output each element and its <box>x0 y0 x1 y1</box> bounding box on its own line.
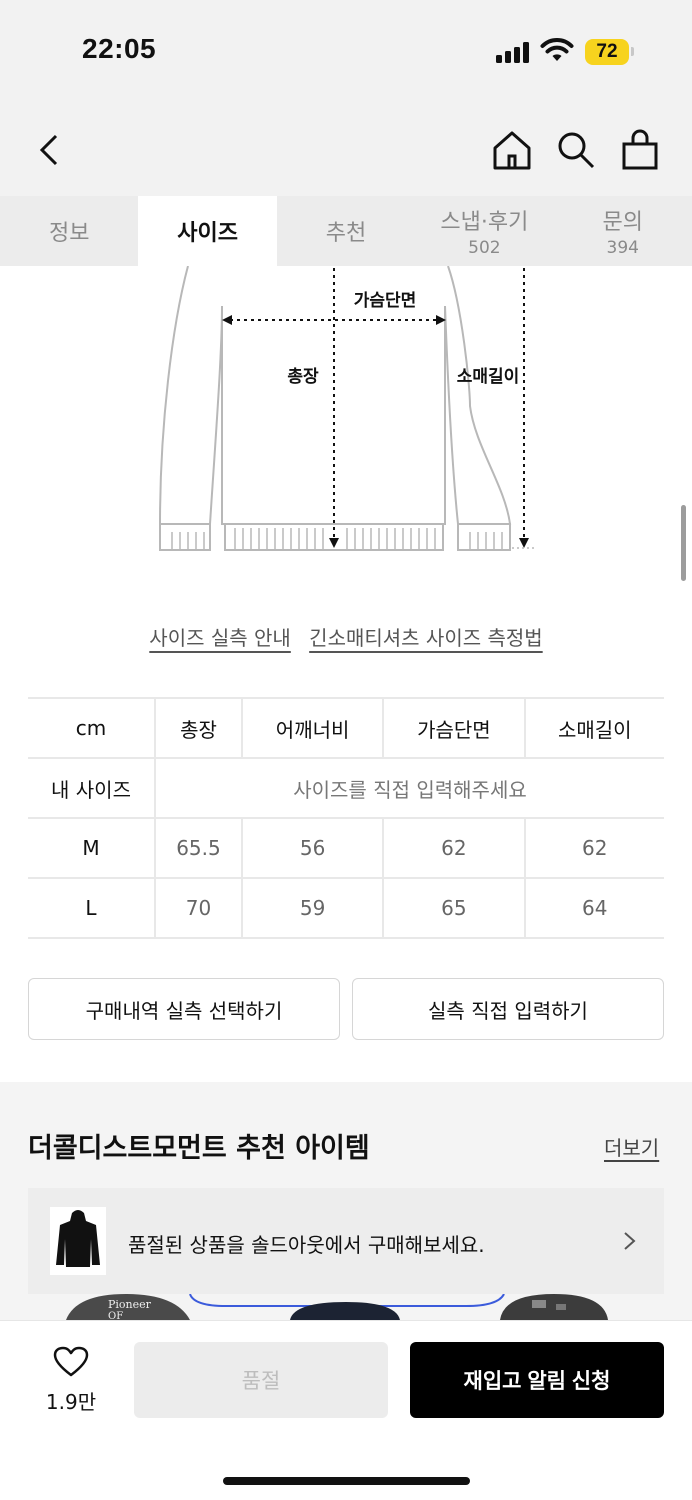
unit-header: cm <box>28 697 156 758</box>
like-button[interactable] <box>36 1346 106 1382</box>
table-cell: 65 <box>383 877 526 939</box>
tab-snap-review[interactable]: 스냅·후기 502 <box>415 196 553 266</box>
tab-label: 추천 <box>325 221 367 246</box>
my-size-input-prompt[interactable]: 사이즈를 직접 입력해주세요 <box>155 757 664 818</box>
table-cell: 62 <box>524 817 664 878</box>
column-header: 가슴단면 <box>383 697 526 758</box>
measure-method-link[interactable]: 긴소매티셔츠 사이즈 측정법 <box>309 626 543 650</box>
tab-info[interactable]: 정보 <box>0 196 138 266</box>
tab-label: 스냅·후기 <box>440 210 529 235</box>
tab-size[interactable]: 사이즈 <box>138 196 277 266</box>
soldout-banner-text: 품절된 상품을 솔드아웃에서 구매해보세요. <box>128 1233 485 1257</box>
product-thumbnail[interactable]: Pioneer OF <box>66 1294 196 1320</box>
table-cell: 65.5 <box>155 817 243 878</box>
home-indicator <box>223 1477 470 1485</box>
manual-measure-input-button[interactable]: 실측 직접 입력하기 <box>352 978 664 1040</box>
product-thumbnail[interactable] <box>186 1294 506 1320</box>
wifi-icon <box>540 38 574 61</box>
shopping-bag-icon[interactable] <box>618 128 662 172</box>
size-guide-links: 사이즈 실측 안내 긴소매티셔츠 사이즈 측정법 <box>0 622 692 651</box>
hoodie-thumbnail <box>50 1207 106 1275</box>
table-header-row: cm 총장 어깨너비 가슴단면 소매길이 <box>28 697 664 758</box>
app-header <box>0 100 692 196</box>
heart-icon <box>53 1346 89 1377</box>
product-tabs: 정보 사이즈 추천 스냅·후기 502 문의 394 <box>0 196 692 266</box>
tab-label: 정보 <box>48 221 90 246</box>
cellular-signal-icon <box>496 41 532 63</box>
battery-icon: 72 <box>585 39 629 65</box>
svg-text:Pioneer: Pioneer <box>108 1298 152 1311</box>
product-thumbnail[interactable] <box>498 1294 613 1320</box>
table-cell: 70 <box>155 877 243 939</box>
home-icon[interactable] <box>490 128 534 172</box>
scrollbar[interactable] <box>681 505 686 581</box>
status-time: 22:05 <box>82 33 157 64</box>
chevron-right-icon <box>624 1232 636 1250</box>
label-sleeve-length: 소매길이 <box>457 367 520 387</box>
restock-alert-button[interactable]: 재입고 알림 신청 <box>410 1342 664 1418</box>
svg-text:OF: OF <box>108 1311 123 1320</box>
tab-label: 문의 <box>602 210 643 235</box>
select-purchase-measure-button[interactable]: 구매내역 실측 선택하기 <box>28 978 340 1040</box>
label-chest-width: 가슴단면 <box>354 291 417 311</box>
see-more-link[interactable]: 더보기 <box>604 1132 659 1161</box>
size-guide-link[interactable]: 사이즈 실측 안내 <box>149 626 291 650</box>
table-row: M 65.5 56 62 62 <box>28 817 664 878</box>
size-label: L <box>28 877 156 939</box>
size-table: cm 총장 어깨너비 가슴단면 소매길이 내 사이즈 사이즈를 직접 입력해주세… <box>28 697 664 939</box>
tab-recommend[interactable]: 추천 <box>277 196 415 266</box>
battery-tip <box>631 47 634 56</box>
measurement-arrowheads <box>222 315 529 548</box>
column-header: 총장 <box>155 697 243 758</box>
chevron-left-icon[interactable] <box>28 128 72 172</box>
soldout-button: 품절 <box>134 1342 388 1418</box>
like-count: 1.9만 <box>45 1390 97 1414</box>
search-icon[interactable] <box>554 128 598 172</box>
table-row: L 70 59 65 64 <box>28 877 664 939</box>
recommend-title: 더콜디스트모먼트 추천 아이템 <box>28 1133 370 1164</box>
column-header: 어깨너비 <box>241 697 385 758</box>
column-header: 소매길이 <box>524 697 664 758</box>
my-size-label: 내 사이즈 <box>28 757 156 818</box>
table-cell: 59 <box>241 877 385 939</box>
size-label: M <box>28 817 156 878</box>
tab-count: 502 <box>468 238 501 258</box>
size-diagram: 가슴단면 총장 소매길이 <box>158 266 535 551</box>
tab-count: 394 <box>606 238 639 258</box>
table-cell: 62 <box>383 817 526 878</box>
tab-inquiry[interactable]: 문의 394 <box>554 196 692 266</box>
tab-label: 사이즈 <box>177 221 238 246</box>
status-bar: 22:05 72 <box>0 0 692 100</box>
my-size-row[interactable]: 내 사이즈 사이즈를 직접 입력해주세요 <box>28 757 664 818</box>
table-cell: 56 <box>241 817 385 878</box>
table-cell: 64 <box>524 877 664 939</box>
label-total-length: 총장 <box>287 367 319 387</box>
